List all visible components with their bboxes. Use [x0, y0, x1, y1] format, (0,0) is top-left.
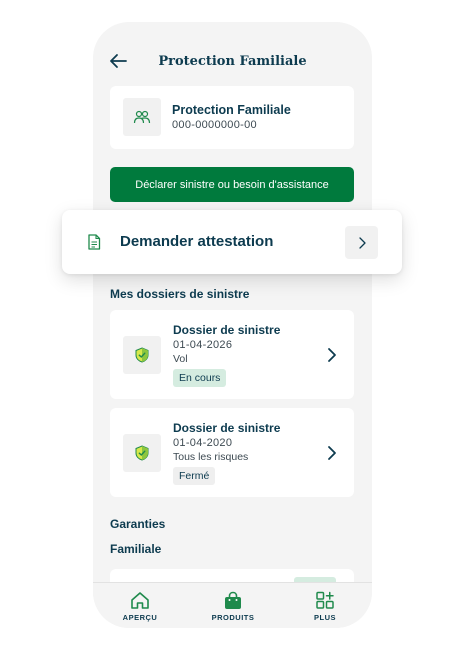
phone-screen: Protection Familiale Protection Familial… [93, 22, 372, 628]
nav-label: PRODUITS [211, 613, 255, 622]
claim-open-button[interactable] [324, 346, 340, 364]
nav-item-apercu[interactable]: APERÇU [105, 591, 175, 622]
product-number: 000-0000000-00 [172, 119, 257, 131]
back-button[interactable] [107, 50, 129, 72]
guarantees-section-title: Garanties [110, 517, 166, 531]
family-icon [133, 110, 151, 124]
nav-label: APERÇU [122, 613, 158, 622]
shopping-bag-icon [225, 591, 241, 609]
chevron-right-icon [358, 236, 366, 249]
claims-section-title: Mes dossiers de sinistre [110, 287, 250, 301]
guarantees-subsection-title: Familiale [110, 542, 162, 556]
bottom-navigation: APERÇU PRODUITS PLUS [93, 582, 372, 628]
chevron-right-icon [328, 348, 336, 362]
nav-label: PLUS [313, 613, 336, 622]
product-card[interactable]: Protection Familiale 000-0000000-00 [110, 86, 354, 149]
declare-claim-button[interactable]: Déclarer sinistre ou besoin d'assistance [110, 167, 354, 202]
status-badge: Fermé [173, 467, 216, 485]
header: Protection Familiale [93, 48, 372, 76]
product-name: Protection Familiale [172, 103, 291, 117]
claim-date: 01-04-2026 [173, 339, 233, 351]
nav-item-plus[interactable]: PLUS [290, 591, 360, 622]
claim-card[interactable]: Dossier de sinistre 01-04-2026 Vol En co… [110, 310, 354, 399]
claim-icon-box [123, 336, 161, 374]
claim-title: Dossier de sinistre [173, 421, 281, 435]
claim-icon-box [123, 434, 161, 472]
claim-type: Tous les risques [173, 451, 249, 463]
claim-date: 01-04-2020 [173, 437, 233, 449]
request-attestation-card[interactable]: Demander attestation [62, 210, 402, 274]
document-icon [88, 234, 101, 250]
request-attestation-button[interactable] [345, 226, 378, 259]
nav-item-produits[interactable]: PRODUITS [198, 591, 268, 622]
status-badge: En cours [173, 369, 227, 387]
grid-plus-icon [316, 591, 334, 609]
claim-type: Vol [173, 353, 188, 365]
product-icon-box [123, 98, 161, 136]
claim-title: Dossier de sinistre [173, 323, 281, 337]
page-title: Protection Familiale [158, 54, 307, 69]
chevron-right-icon [328, 446, 336, 460]
arrow-left-icon [110, 54, 127, 68]
claim-card[interactable]: Dossier de sinistre 01-04-2020 Tous les … [110, 408, 354, 497]
home-icon [131, 592, 149, 609]
shield-icon [135, 445, 149, 461]
request-attestation-label: Demander attestation [120, 233, 274, 250]
shield-icon [135, 347, 149, 363]
claim-open-button[interactable] [324, 444, 340, 462]
